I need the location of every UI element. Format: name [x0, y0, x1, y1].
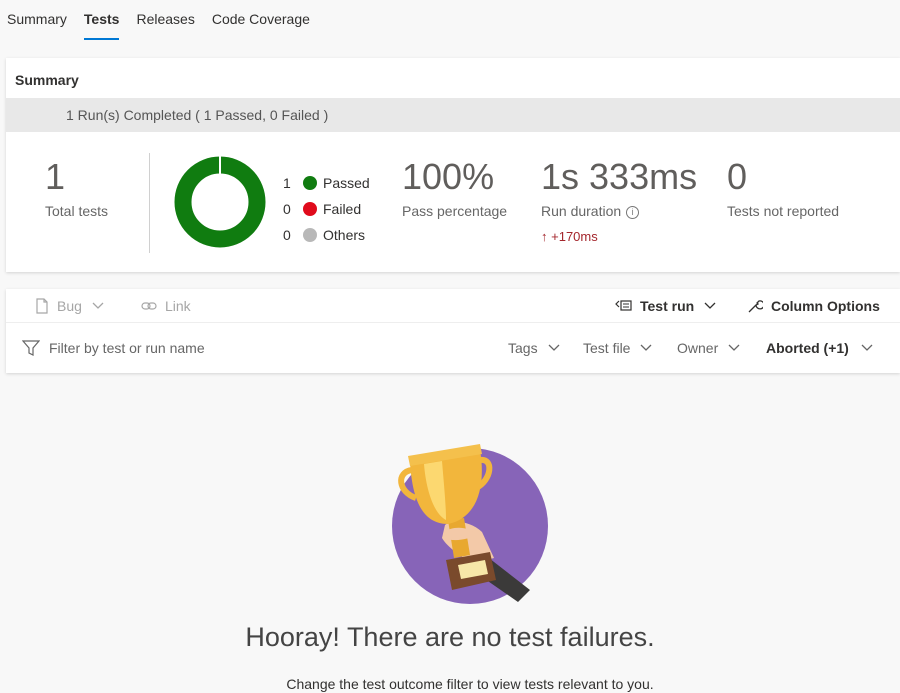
tags-filter-dropdown[interactable]: Tags	[508, 337, 560, 359]
owner-filter-label: Owner	[677, 340, 719, 356]
tab-releases[interactable]: Releases	[136, 0, 194, 44]
outcome-legend: 1 Passed 0 Failed 0 Others	[283, 170, 370, 248]
tab-bar: Summary Tests Releases Code Coverage	[0, 0, 900, 44]
tags-filter-label: Tags	[508, 340, 538, 356]
arrow-up-icon: ↑	[541, 229, 548, 244]
bug-label: Bug	[57, 298, 82, 314]
test-run-label: Test run	[640, 298, 695, 314]
filter-funnel-icon	[22, 340, 40, 356]
passed-dot-icon	[303, 176, 317, 190]
not-reported-stat: 0 Tests not reported	[727, 156, 840, 220]
legend-failed: 0 Failed	[283, 196, 370, 222]
others-dot-icon	[303, 228, 317, 242]
total-tests-value: 1	[45, 156, 66, 197]
tab-code-coverage[interactable]: Code Coverage	[212, 0, 310, 44]
total-tests-stat: 1 Total tests	[45, 156, 109, 220]
link-button[interactable]: Link	[141, 289, 191, 323]
donut-passed-ring	[174, 156, 266, 248]
run-duration-label: Run duration	[541, 203, 622, 219]
tests-toolbar-card: Bug Link Test run Column Options Tags Te…	[6, 289, 900, 373]
pass-percentage-value: 100%	[402, 156, 495, 197]
chevron-down-icon	[728, 344, 740, 351]
tab-tests[interactable]: Tests	[83, 0, 119, 44]
bug-file-icon	[36, 298, 48, 314]
test-file-filter-dropdown[interactable]: Test file	[583, 337, 652, 359]
not-reported-label: Tests not reported	[727, 203, 840, 219]
wrench-icon	[748, 300, 763, 313]
others-count: 0	[283, 227, 291, 243]
others-label: Others	[323, 227, 366, 243]
total-tests-label: Total tests	[45, 203, 109, 219]
pass-percentage-stat: 100% Pass percentage	[402, 156, 508, 220]
empty-state-subtitle: Change the test outcome filter to view t…	[286, 676, 654, 692]
trophy-illustration	[392, 444, 548, 604]
outcome-filter-dropdown[interactable]: Aborted (+1)	[766, 337, 873, 359]
passed-label: Passed	[323, 175, 370, 191]
owner-filter-dropdown[interactable]: Owner	[677, 337, 740, 359]
test-file-filter-label: Test file	[583, 340, 631, 356]
group-list-icon	[615, 300, 632, 311]
pass-percentage-label: Pass percentage	[402, 203, 508, 219]
link-icon	[141, 302, 157, 310]
chevron-down-icon	[641, 344, 652, 351]
bug-button[interactable]: Bug	[35, 289, 112, 323]
filter-bar: Tags Test file Owner Aborted (+1)	[6, 323, 900, 373]
run-duration-stat: 1s 333ms Run duration i ↑ +170ms	[541, 156, 698, 245]
legend-others: 0 Others	[283, 222, 370, 248]
outcome-donut-chart	[174, 156, 266, 248]
failed-label: Failed	[323, 201, 362, 217]
summary-title: Summary	[15, 72, 79, 88]
run-duration-delta: ↑ +170ms	[541, 229, 697, 244]
outcome-filter-label: Aborted (+1)	[766, 340, 849, 356]
failed-dot-icon	[303, 202, 317, 216]
link-label: Link	[165, 298, 191, 314]
filter-search	[22, 337, 309, 359]
chevron-down-icon	[704, 302, 716, 309]
test-run-groupby-button[interactable]: Test run	[615, 289, 724, 323]
chevron-down-icon	[92, 302, 104, 309]
chevron-down-icon	[548, 344, 560, 351]
summary-divider	[149, 153, 150, 253]
filter-input[interactable]	[49, 340, 309, 356]
not-reported-value: 0	[727, 156, 748, 197]
run-duration-label-row: Run duration i	[541, 203, 697, 219]
info-icon[interactable]: i	[626, 206, 640, 219]
runs-completed-bar: 1 Run(s) Completed ( 1 Passed, 0 Failed …	[6, 98, 900, 132]
column-options-button[interactable]: Column Options	[747, 289, 880, 323]
legend-passed: 1 Passed	[283, 170, 370, 196]
empty-state-title: Hooray! There are no test failures.	[245, 622, 655, 652]
command-bar: Bug Link Test run Column Options	[6, 289, 900, 323]
column-options-label: Column Options	[771, 298, 880, 314]
failed-count: 0	[283, 201, 291, 217]
run-duration-delta-value: +170ms	[551, 229, 598, 244]
passed-count: 1	[283, 175, 291, 191]
run-duration-value: 1s 333ms	[541, 156, 698, 197]
tab-summary[interactable]: Summary	[7, 0, 67, 44]
summary-card: Summary 1 Run(s) Completed ( 1 Passed, 0…	[6, 58, 900, 272]
chevron-down-icon	[861, 344, 873, 351]
